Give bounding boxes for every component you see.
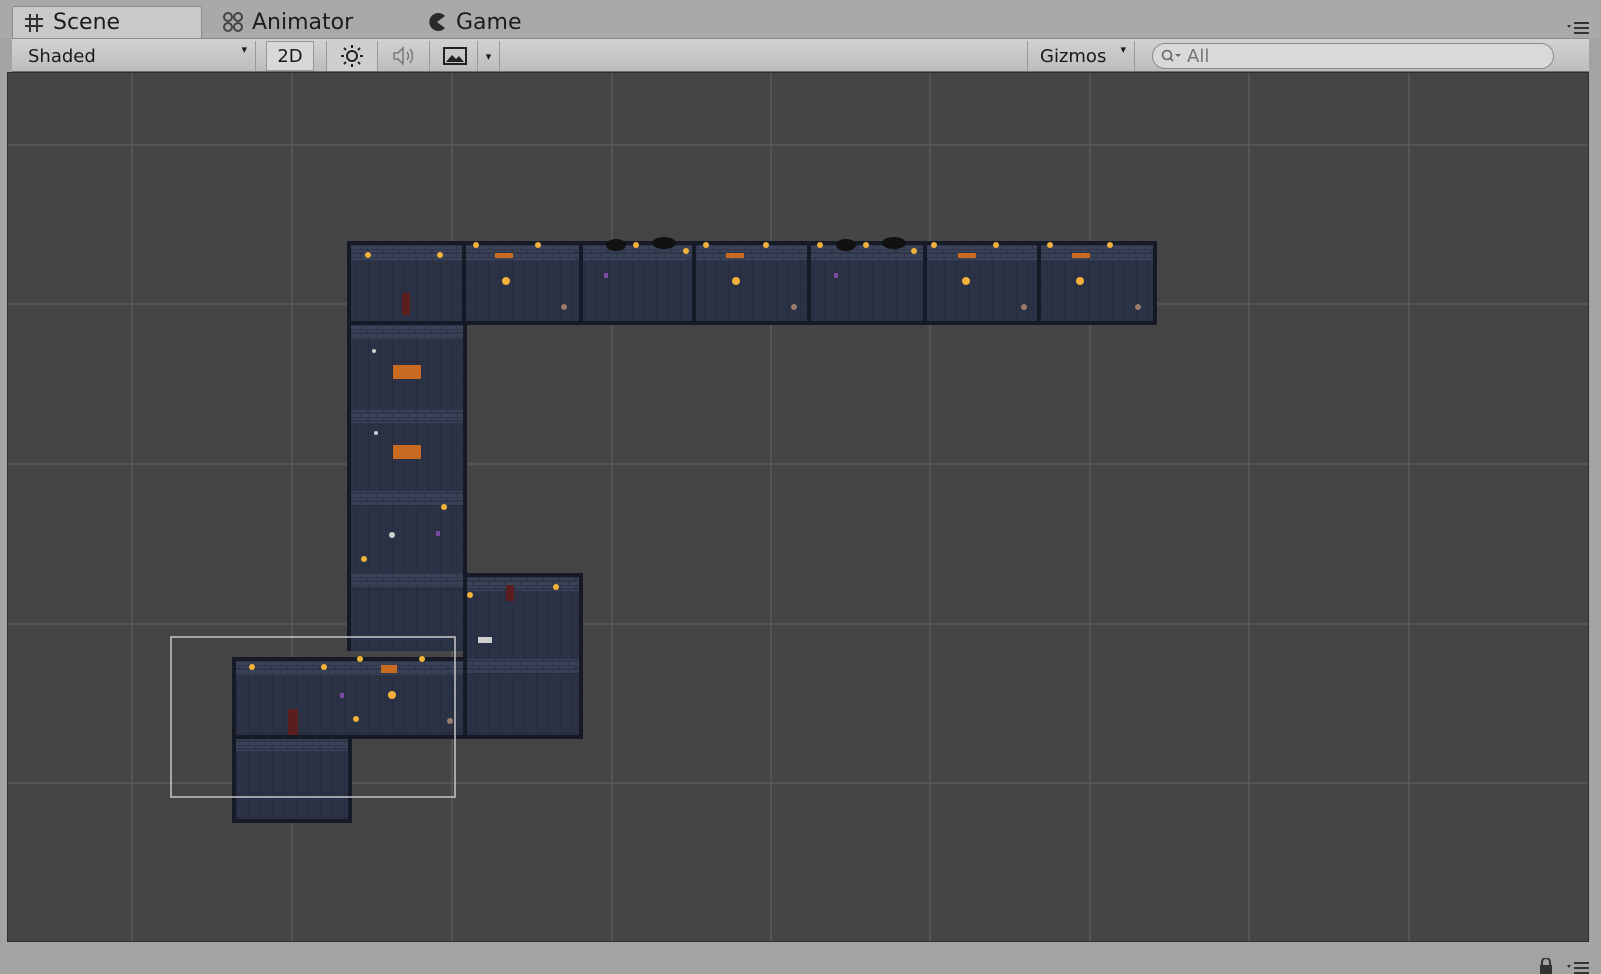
mode-2d-toggle[interactable]: 2D	[266, 41, 314, 71]
tab-animator-label: Animator	[252, 9, 354, 35]
status-bar	[0, 942, 1601, 974]
search-input[interactable]	[1187, 45, 1547, 67]
tab-game[interactable]: Game	[416, 6, 556, 38]
scene-lighting-toggle[interactable]	[326, 41, 378, 71]
scene-effects-toggle[interactable]	[432, 41, 478, 71]
scene-toolbar: Shaded ▾ 2D ▾ Gizmos ▾	[12, 38, 1589, 72]
panel-menu-icon[interactable]	[1567, 962, 1589, 974]
shading-mode-dropdown[interactable]: Shaded ▾	[16, 41, 256, 71]
tab-scene-label: Scene	[53, 10, 121, 35]
scene-audio-toggle[interactable]	[380, 41, 430, 71]
hierarchy-search-field[interactable]	[1152, 43, 1554, 69]
image-icon	[442, 47, 467, 65]
panel-menu-icon[interactable]	[1567, 22, 1589, 34]
scene-canvas[interactable]	[8, 73, 1589, 942]
search-icon	[1161, 49, 1181, 62]
mode-2d-label: 2D	[277, 45, 303, 67]
lock-icon[interactable]	[1539, 958, 1553, 974]
shading-mode-label: Shaded	[28, 45, 96, 67]
dungeon-tilemap[interactable]	[232, 237, 1157, 823]
scene-viewport[interactable]	[7, 72, 1589, 942]
grid-hash-icon	[25, 13, 43, 32]
gizmos-label: Gizmos	[1040, 45, 1107, 67]
tab-animator[interactable]: Animator	[212, 6, 412, 38]
chevron-down-icon: ▾	[241, 43, 247, 56]
effects-dropdown[interactable]: ▾	[478, 41, 500, 71]
speaker-icon	[392, 46, 413, 66]
animator-nodes-icon	[223, 12, 243, 32]
sun-icon	[341, 45, 363, 67]
chevron-down-icon: ▾	[485, 49, 492, 63]
tab-game-label: Game	[456, 9, 522, 35]
gizmos-dropdown[interactable]: Gizmos ▾	[1027, 41, 1135, 71]
tab-scene[interactable]: Scene	[12, 6, 202, 38]
tab-bar: Scene Animator Game	[0, 0, 1601, 38]
pacman-icon	[429, 13, 445, 32]
chevron-down-icon: ▾	[1120, 43, 1126, 56]
